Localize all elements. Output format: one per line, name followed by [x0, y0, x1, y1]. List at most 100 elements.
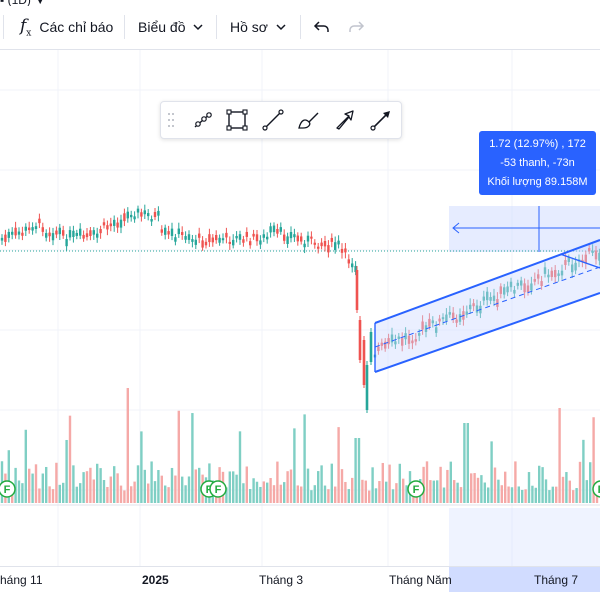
- candle: [445, 314, 448, 322]
- marker-circle: [200, 480, 218, 498]
- volume-bar: [221, 471, 225, 503]
- arrow-marker-button[interactable]: [331, 106, 359, 134]
- volume-bar: [330, 463, 333, 503]
- rectangle-tool-icon: [226, 109, 248, 131]
- volume-bar: [551, 486, 554, 503]
- volume-bar: [126, 388, 129, 503]
- candle: [584, 254, 587, 264]
- candle: [509, 281, 513, 288]
- volume-bar: [276, 461, 279, 503]
- volume-bar: [310, 490, 313, 503]
- volume-bar: [405, 485, 408, 503]
- candle: [232, 239, 235, 246]
- candle: [358, 320, 362, 360]
- volume-bar: [289, 469, 293, 503]
- candle: [157, 210, 160, 216]
- candle: [418, 333, 421, 336]
- line-tool-icon: [194, 112, 212, 128]
- candle: [242, 239, 245, 243]
- candle: [215, 234, 218, 241]
- candle: [557, 273, 560, 276]
- channel-mid: [374, 266, 600, 348]
- volume-bar: [589, 462, 592, 503]
- indicators-button[interactable]: fx Các chỉ báo: [20, 14, 113, 40]
- chart-menu-button[interactable]: Biểu đồ: [138, 14, 207, 40]
- candle: [208, 234, 211, 243]
- volume-bar: [225, 487, 228, 503]
- candle: [34, 226, 38, 229]
- candle: [187, 234, 191, 240]
- candle: [177, 228, 180, 235]
- volume-bar: [337, 427, 340, 503]
- grip-icon[interactable]: [167, 111, 175, 129]
- candle: [421, 321, 424, 330]
- rectangle-tool-button[interactable]: [223, 106, 251, 134]
- volume-bar: [572, 490, 575, 503]
- volume-bar: [204, 477, 208, 503]
- candle: [320, 242, 323, 247]
- candle: [174, 237, 177, 242]
- candle: [85, 233, 89, 238]
- volume-bar: [177, 410, 180, 503]
- volume-bar: [504, 471, 507, 503]
- dividend-markers: FFFFF: [0, 480, 600, 498]
- arrow-line-button[interactable]: [367, 106, 395, 134]
- volume-bar: [89, 467, 92, 503]
- volume-bar: [184, 485, 187, 503]
- volume-bar: [524, 489, 527, 503]
- candle: [272, 225, 276, 233]
- candle: [48, 232, 51, 237]
- candle: [191, 239, 194, 242]
- redo-button[interactable]: [346, 14, 366, 40]
- fx-icon: fx: [20, 15, 32, 39]
- volume-bar: [425, 461, 429, 503]
- volume-bar: [187, 476, 191, 503]
- candle: [571, 264, 574, 273]
- volume-bars: [0, 388, 599, 503]
- bottom-strip: [0, 592, 600, 600]
- candle: [194, 239, 197, 245]
- candle: [255, 234, 259, 242]
- volume-bar: [79, 483, 82, 503]
- volume-bar: [313, 485, 316, 503]
- brush-tool-button[interactable]: [295, 106, 323, 134]
- candle: [533, 279, 536, 282]
- candle: [404, 333, 407, 340]
- volume-bar: [565, 472, 568, 503]
- candle: [489, 296, 492, 301]
- volume-bar: [344, 481, 347, 503]
- volume-bar: [306, 468, 310, 503]
- volume-bar: [68, 415, 72, 503]
- candle: [276, 228, 279, 234]
- arrow-line-icon: [370, 111, 390, 131]
- profile-menu-label: Hồ sơ: [230, 19, 268, 35]
- volume-bar: [21, 483, 24, 503]
- candle: [327, 245, 330, 253]
- time-label-jul: Tháng 7: [534, 573, 579, 587]
- volume-bar: [65, 439, 68, 503]
- symbol-strip[interactable]: ▪ (1D) ▼: [0, 0, 56, 6]
- time-axis[interactable]: háng 11 2025 Tháng 3 Tháng Năm Tháng 7: [0, 566, 600, 593]
- volume-bar: [347, 489, 350, 503]
- volume-bar: [408, 471, 412, 503]
- candle: [526, 285, 530, 293]
- volume-bar: [548, 490, 551, 503]
- candle: [198, 233, 201, 238]
- volume-bar: [55, 462, 58, 503]
- volume-bar: [279, 484, 282, 503]
- volume-bar: [439, 466, 442, 503]
- volume-bar: [130, 486, 133, 503]
- volume-bar: [561, 476, 565, 503]
- candle: [24, 226, 27, 231]
- volume-bar: [449, 461, 452, 503]
- candle: [431, 320, 434, 324]
- undo-button[interactable]: [312, 14, 332, 40]
- candle: [537, 274, 540, 279]
- profile-menu-button[interactable]: Hồ sơ: [230, 14, 290, 40]
- price-chart[interactable]: FFFFF: [0, 0, 600, 600]
- volume-bar: [266, 482, 269, 503]
- candle: [68, 230, 72, 238]
- line-tool-button[interactable]: [189, 106, 217, 134]
- volume-bar: [517, 486, 520, 503]
- trend-line-button[interactable]: [259, 106, 287, 134]
